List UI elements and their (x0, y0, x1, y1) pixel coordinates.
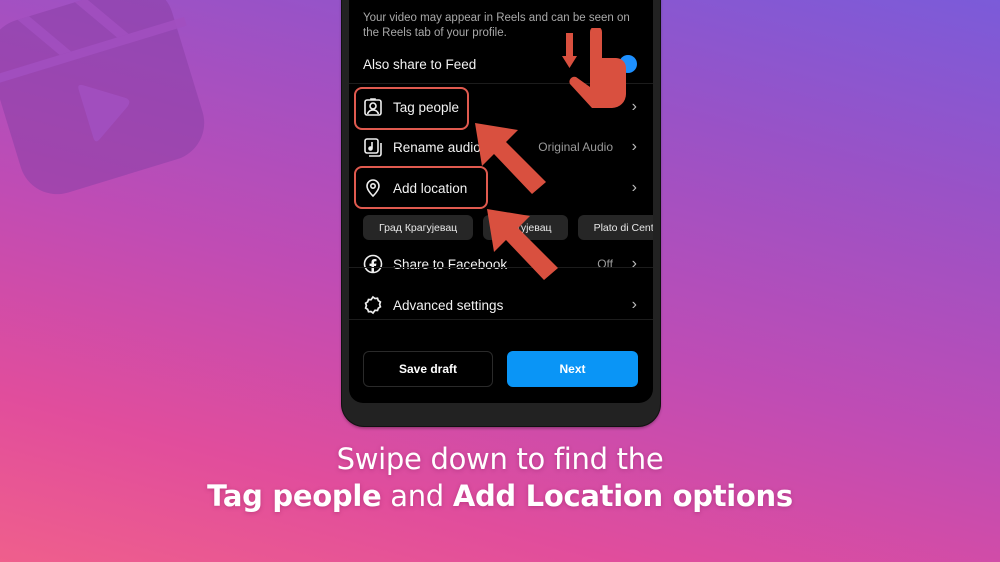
next-button[interactable]: Next (507, 351, 638, 387)
save-draft-button[interactable]: Save draft (363, 351, 493, 387)
caption-tag-people: Tag people (207, 479, 382, 513)
arrow-to-tag-people-icon (475, 123, 546, 194)
gear-icon (362, 294, 384, 316)
chevron-right-icon: › (631, 255, 637, 272)
instruction-caption: Swipe down to find the Tag people and Ad… (0, 441, 1000, 515)
caption-add-location: Add Location options (452, 479, 793, 513)
facebook-icon (362, 253, 384, 275)
also-share-feed-label: Also share to Feed (363, 57, 477, 72)
reels-logo-icon (0, 0, 205, 195)
divider (349, 319, 653, 320)
add-location-highlight (354, 166, 488, 209)
chevron-right-icon: › (631, 179, 637, 196)
swipe-down-hand-icon (562, 28, 626, 108)
caption-line-2: Tag people and Add Location options (0, 477, 1000, 515)
tag-people-highlight (354, 87, 469, 130)
caption-and: and (381, 479, 453, 513)
row-label: Rename audio (393, 139, 481, 155)
chevron-right-icon: › (631, 296, 637, 313)
location-chip[interactable]: Plato di Centro (577, 215, 653, 240)
row-value: Off (597, 257, 613, 271)
music-note-icon (362, 136, 384, 158)
caption-line-1: Swipe down to find the (336, 442, 664, 476)
chevron-right-icon: › (631, 138, 637, 155)
arrow-to-add-location-icon (487, 209, 558, 280)
location-chip[interactable]: Град Крагујевац (363, 215, 474, 240)
row-label: Advanced settings (393, 297, 504, 313)
